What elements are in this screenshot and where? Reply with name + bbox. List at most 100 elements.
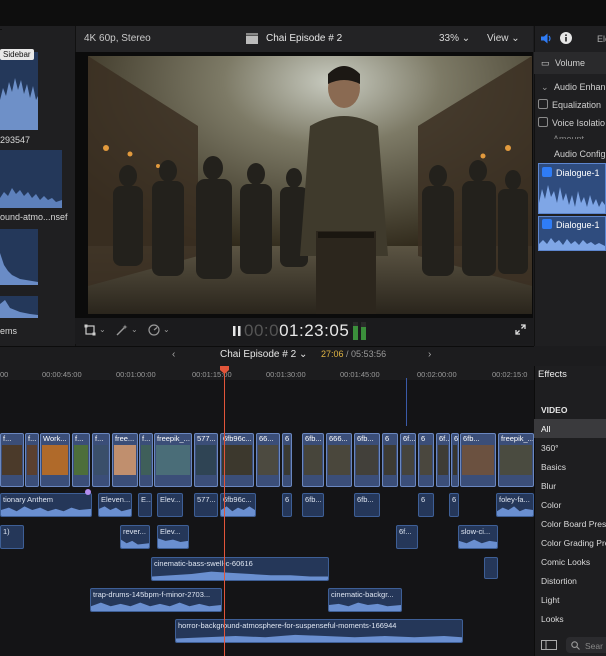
audio-clip[interactable]: slow-ci... [458,525,498,549]
audio-meter-icon[interactable] [352,322,368,340]
viewer-frame-image[interactable] [88,56,532,314]
dialogue-checkbox[interactable] [542,167,552,177]
marker[interactable] [85,489,91,495]
audio-clip[interactable]: tionary Anthem [0,493,92,517]
effects-item-color[interactable]: Color [541,500,561,510]
clip-label: trap-drums-145bpm-f-minor-2703... [93,590,211,599]
audio-clip[interactable] [484,557,498,579]
video-clip[interactable]: f... [25,433,39,487]
effects-item-basics[interactable]: Basics [541,462,566,472]
clip-label: Elev... [160,527,181,536]
sidebar-toggle-icon[interactable] [541,640,557,650]
transform-icon[interactable] [84,324,96,336]
audio-clip[interactable]: Eleven... [98,493,132,517]
audio-clip[interactable]: trap-drums-145bpm-f-minor-2703... [90,588,222,612]
video-clip[interactable]: 6f... [436,433,450,487]
chevron-left-icon[interactable]: ‹ [172,349,175,360]
enhance-menu-chevron-icon[interactable]: ⌄ [131,325,138,334]
audio-clip[interactable]: Elev... [157,493,183,517]
clip-thumbnail [438,445,448,475]
effects-item-looks[interactable]: Looks [541,614,564,624]
video-clip[interactable]: 6 [451,433,459,487]
timeline-project-title[interactable]: Chai Episode # 2 ⌄ [220,349,307,360]
video-clip[interactable]: 577... [194,433,218,487]
speed-icon[interactable] [148,324,160,336]
audio-clip[interactable]: horror-background-atmosphere-for-suspens… [175,619,463,643]
zoom-menu[interactable]: 33% ⌄ [439,33,470,44]
effects-item-360[interactable]: 360° [541,443,559,453]
video-clip[interactable]: f... [92,433,110,487]
audio-clip[interactable]: 6fb96c... [220,493,256,517]
audio-clip[interactable]: 577... [194,493,218,517]
playhead[interactable] [224,366,225,656]
fullscreen-icon[interactable] [515,324,526,335]
video-clip[interactable]: freepik_... [154,433,192,487]
audio-clip[interactable]: 6 [449,493,459,517]
video-clip[interactable]: 6f... [400,433,416,487]
clip-label: cinematic-bass-swell-c-60616 [154,559,253,568]
speed-menu-chevron-icon[interactable]: ⌄ [163,325,170,334]
clip-label: 6f... [399,527,412,536]
video-clip[interactable]: 6fb... [354,433,380,487]
audio-clip[interactable]: 6fb... [354,493,380,517]
video-clip[interactable]: f... [139,433,153,487]
clip-thumbnail[interactable] [0,52,38,130]
video-clip[interactable]: f... [72,433,90,487]
audio-clip[interactable]: foley-fa... [496,493,534,517]
effects-item-comic-looks[interactable]: Comic Looks [541,557,590,567]
dialogue-channel-1-row[interactable]: Dialogue-1 [542,167,600,178]
equalization-checkbox[interactable] [538,99,548,109]
video-clip[interactable]: 6 [418,433,434,487]
voice-isolation-row[interactable]: Voice Isolatio [538,117,605,128]
video-clip[interactable]: freepik_... [498,433,534,487]
timecode-display[interactable]: 00:001:23:05 [244,321,349,341]
audio-clip[interactable]: 6fb... [302,493,324,517]
skimmer-line [406,378,407,426]
dialogue-checkbox[interactable] [542,219,552,229]
disclosure-chevron-icon[interactable]: ⌄ [541,82,549,93]
effects-item-color-grading-presets[interactable]: Color Grading Pre [541,538,606,548]
video-clip[interactable]: 6 [382,433,398,487]
audio-clip[interactable]: cinematic-backgr... [328,588,402,612]
clip-thumbnail[interactable] [0,296,38,318]
video-clip[interactable]: free... [112,433,138,487]
video-clip[interactable]: Work... [40,433,70,487]
viewer-project-title[interactable]: Chai Episode # 2 [266,33,342,44]
info-icon[interactable] [560,32,572,44]
clip-thumbnail[interactable] [0,150,62,208]
transform-menu-chevron-icon[interactable]: ⌄ [99,325,106,334]
video-clip[interactable]: 6fb... [460,433,496,487]
play-pause-icon[interactable] [233,326,241,336]
video-clip[interactable]: 666... [326,433,352,487]
browser-clip-label: 293547 [0,135,31,145]
clip-thumbnail[interactable] [0,229,38,285]
video-clip[interactable]: f... [0,433,24,487]
dialogue-channel-2-row[interactable]: Dialogue-1 [542,219,600,230]
audio-clip[interactable]: rever... [120,525,150,549]
video-clip[interactable]: 66... [256,433,280,487]
effects-item-color-board-presets[interactable]: Color Board Pres [541,519,606,529]
effects-item-all[interactable]: All [541,424,550,434]
audio-clip[interactable]: E... [138,493,152,517]
effects-item-distortion[interactable]: Distortion [541,576,577,586]
audio-clip[interactable]: 6 [418,493,434,517]
video-clip[interactable]: 6 [282,433,292,487]
video-clip[interactable]: 6fb96c... [220,433,254,487]
audio-clip[interactable]: cinematic-bass-swell-c-60616 [151,557,329,581]
audio-clip[interactable]: 1) [0,525,24,549]
magic-wand-icon[interactable] [116,324,128,336]
audio-clip[interactable]: Elev... [157,525,189,549]
effects-item-blur[interactable]: Blur [541,481,556,491]
audio-clip[interactable]: 6 [282,493,292,517]
chevron-right-icon[interactable]: › [428,349,431,360]
playhead-handle-icon[interactable] [220,366,229,374]
video-clip[interactable]: 6fb... [302,433,324,487]
timeline[interactable] [0,380,534,656]
equalization-row[interactable]: Equalization [538,99,601,110]
view-menu[interactable]: View ⌄ [487,33,520,44]
voice-isolation-checkbox[interactable] [538,117,548,127]
speaker-icon[interactable] [541,33,553,44]
effects-item-light[interactable]: Light [541,595,559,605]
clip-label: foley-fa... [499,495,530,504]
audio-clip[interactable]: 6f... [396,525,418,549]
